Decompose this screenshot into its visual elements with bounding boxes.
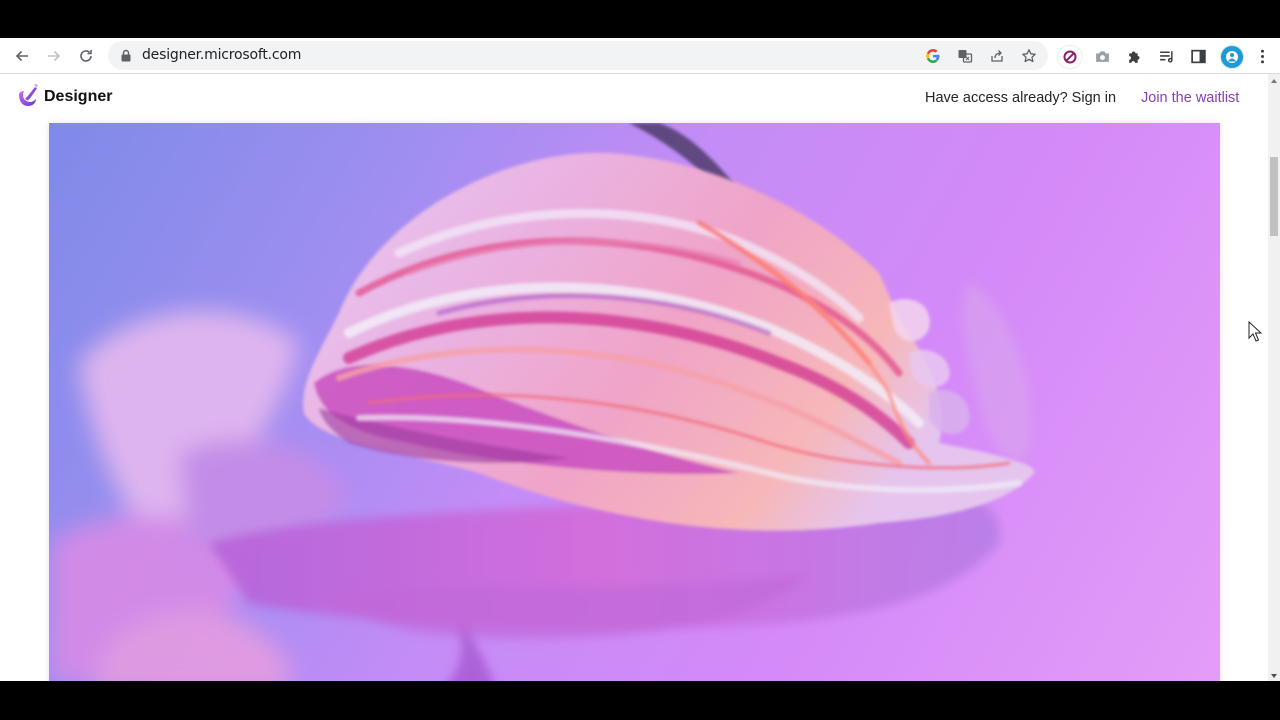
mouse-cursor-icon — [1248, 321, 1262, 342]
profile-avatar[interactable] — [1220, 45, 1244, 69]
page-viewport: Designer Have access already? Sign in Jo… — [0, 74, 1268, 681]
scrollbar-thumb[interactable] — [1270, 157, 1278, 236]
side-panel-icon[interactable] — [1187, 45, 1209, 67]
arrow-right-icon — [48, 50, 61, 62]
share-icon[interactable] — [987, 46, 1007, 66]
letterbox-bottom — [0, 681, 1280, 720]
url-text[interactable]: designer.microsoft.com — [142, 47, 301, 63]
scroll-up-arrow-icon[interactable] — [1271, 79, 1277, 83]
google-icon[interactable] — [923, 46, 943, 66]
block-extension-button[interactable] — [1058, 46, 1082, 68]
site-header: Designer Have access already? Sign in Jo… — [0, 74, 1268, 122]
sign-in-link[interactable]: Have access already? Sign in — [925, 90, 1116, 106]
reload-icon — [80, 50, 92, 62]
join-waitlist-link[interactable]: Join the waitlist — [1141, 90, 1239, 106]
bookmark-star-icon[interactable] — [1019, 46, 1039, 66]
kebab-menu-icon[interactable] — [1251, 45, 1273, 67]
arrow-left-icon — [15, 50, 28, 62]
block-extension-icon — [1063, 50, 1077, 64]
brand-name[interactable]: Designer — [44, 88, 112, 106]
address-bar[interactable]: designer.microsoft.com — [108, 41, 1048, 70]
reload-button[interactable] — [74, 44, 98, 68]
camera-icon[interactable] — [1091, 45, 1113, 67]
designer-logo-icon[interactable] — [16, 83, 40, 109]
forward-button[interactable] — [42, 44, 66, 68]
letterbox-top — [0, 0, 1280, 38]
hero-image — [49, 123, 1220, 681]
profile-avatar-icon — [1226, 51, 1238, 63]
page-scrollbar[interactable] — [1268, 74, 1280, 681]
paint-stroke-artwork — [49, 123, 1035, 681]
extensions-puzzle-icon[interactable] — [1123, 45, 1145, 67]
scroll-down-arrow-icon[interactable] — [1271, 674, 1277, 678]
back-button[interactable] — [10, 44, 34, 68]
translate-icon[interactable] — [955, 46, 975, 66]
browser-toolbar: designer.microsoft.com — [0, 38, 1280, 74]
lock-icon — [121, 49, 131, 62]
reading-list-icon[interactable] — [1155, 45, 1177, 67]
